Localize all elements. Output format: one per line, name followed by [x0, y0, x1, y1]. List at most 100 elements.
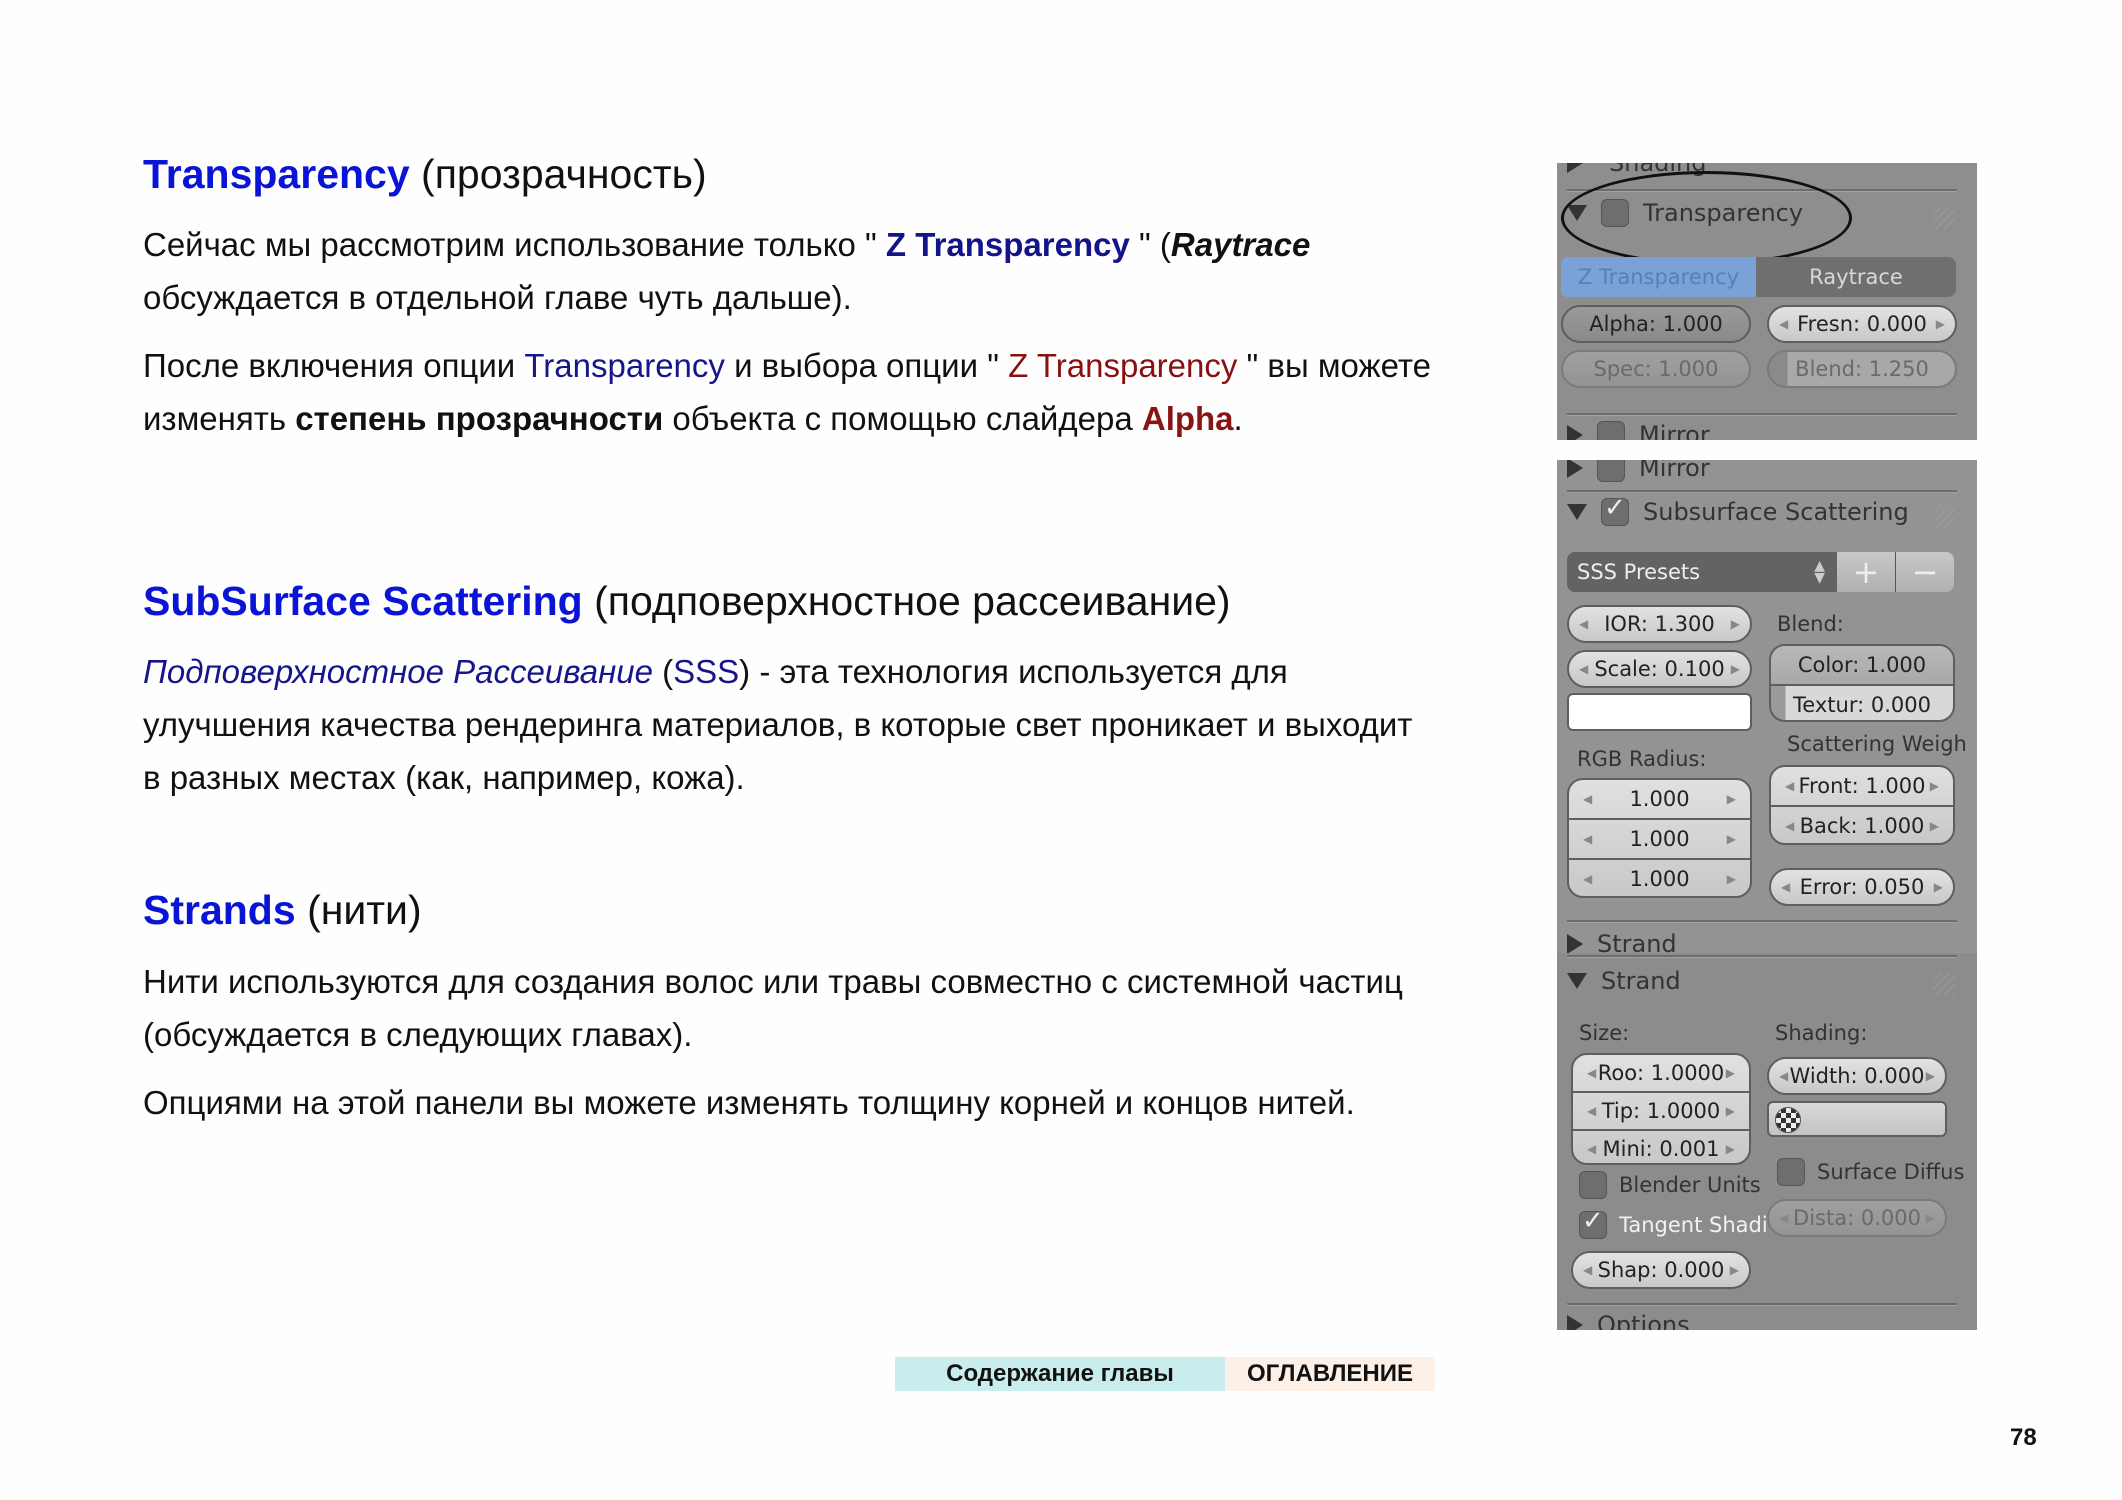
panel-header-options[interactable]: Options — [1567, 1311, 1690, 1330]
decrement-arrow-icon[interactable]: ◀ — [1587, 1142, 1596, 1156]
ior-field[interactable]: ◀ IOR: 1.300 ▶ — [1567, 605, 1752, 643]
panel-header-sss[interactable]: Subsurface Scattering — [1567, 493, 1909, 526]
field-value: Mini: 0.001 — [1602, 1137, 1720, 1161]
panel-header-strand[interactable]: Strand — [1567, 967, 1681, 995]
back-field[interactable]: ◀ Back: 1.000 ▶ — [1771, 807, 1953, 843]
increment-arrow-icon[interactable]: ▶ — [1936, 317, 1945, 331]
decrement-arrow-icon[interactable]: ◀ — [1583, 872, 1592, 886]
page-number: 78 — [2010, 1424, 2037, 1451]
increment-arrow-icon[interactable]: ▶ — [1930, 819, 1939, 833]
field-value: Back: 1.000 — [1799, 814, 1925, 838]
increment-arrow-icon[interactable]: ▶ — [1926, 1069, 1935, 1083]
tip-field[interactable]: ◀ Tip: 1.0000 ▶ — [1573, 1093, 1749, 1131]
chapter-contents-link[interactable]: Содержание главы — [895, 1357, 1225, 1391]
drag-grip-icon[interactable] — [1933, 973, 1955, 995]
paragraph-strands-1: Нити используются для создания волос или… — [143, 955, 1563, 1061]
front-field[interactable]: ◀ Front: 1.000 ▶ — [1771, 767, 1953, 807]
surface-diffuse-checkbox[interactable] — [1777, 1158, 1805, 1186]
increment-arrow-icon[interactable]: ▶ — [1731, 617, 1740, 631]
width-field[interactable]: ◀ Width: 0.000 ▶ — [1767, 1057, 1947, 1095]
uv-layer-field[interactable] — [1767, 1101, 1947, 1137]
decrement-arrow-icon[interactable]: ◀ — [1587, 1104, 1596, 1118]
term-alpha: Alpha — [1141, 400, 1234, 437]
sss-presets-dropdown[interactable]: SSS Presets ▲ ▼ — [1567, 552, 1837, 592]
increment-arrow-icon[interactable]: ▶ — [1934, 880, 1943, 894]
collapsed-arrow-icon — [1567, 425, 1583, 440]
increment-arrow-icon[interactable]: ▶ — [1726, 1142, 1735, 1156]
increment-arrow-icon[interactable]: ▶ — [1726, 1104, 1735, 1118]
panel-header-strand[interactable]: Strand — [1567, 930, 1677, 953]
alpha-slider[interactable]: Alpha: 1.000 — [1561, 305, 1751, 343]
mirror-checkbox[interactable] — [1597, 421, 1625, 440]
increment-arrow-icon[interactable]: ▶ — [1730, 1263, 1739, 1277]
tangent-shading-toggle[interactable]: Tangent Shadi — [1579, 1206, 1768, 1239]
mirror-checkbox[interactable] — [1597, 460, 1625, 482]
decrement-arrow-icon[interactable]: ◀ — [1779, 1211, 1788, 1225]
drag-grip-icon[interactable] — [1933, 506, 1955, 528]
increment-arrow-icon[interactable]: ▶ — [1727, 832, 1736, 846]
blender-units-checkbox[interactable] — [1579, 1171, 1607, 1199]
blend-slider[interactable]: Blend: 1.250 — [1767, 350, 1957, 388]
radius-r-field[interactable]: ◀ 1.000 ▶ — [1569, 780, 1750, 820]
field-value: Dista: 0.000 — [1793, 1206, 1921, 1230]
decrement-arrow-icon[interactable]: ◀ — [1785, 819, 1794, 833]
panel-header-mirror[interactable]: Mirror — [1567, 421, 1710, 440]
shape-field[interactable]: ◀ Shap: 0.000 ▶ — [1571, 1251, 1751, 1289]
scale-field[interactable]: ◀ Scale: 0.100 ▶ — [1567, 650, 1752, 688]
decrement-arrow-icon[interactable]: ◀ — [1579, 617, 1588, 631]
sss-color-swatch[interactable] — [1567, 693, 1752, 731]
distance-field[interactable]: ◀ Dista: 0.000 ▶ — [1767, 1199, 1947, 1237]
remove-preset-button[interactable]: − — [1896, 552, 1954, 592]
increment-arrow-icon[interactable]: ▶ — [1731, 662, 1740, 676]
blender-units-toggle[interactable]: Blender Units — [1579, 1171, 1761, 1199]
table-of-contents-link[interactable]: ОГЛАВЛЕНИЕ — [1225, 1357, 1435, 1391]
heading-sss: SubSurface Scattering (подповерхностное … — [143, 577, 1231, 625]
spec-field[interactable]: Spec: 1.000 — [1561, 350, 1751, 388]
sss-checkbox[interactable] — [1601, 493, 1629, 526]
decrement-arrow-icon[interactable]: ◀ — [1583, 832, 1592, 846]
rgb-radius-fields: ◀ 1.000 ▶ ◀ 1.000 ▶ ◀ 1.000 ▶ — [1567, 778, 1752, 898]
decrement-arrow-icon[interactable]: ◀ — [1785, 779, 1794, 793]
decrement-arrow-icon[interactable]: ◀ — [1587, 1066, 1596, 1080]
decrement-arrow-icon[interactable]: ◀ — [1779, 1069, 1788, 1083]
decrement-arrow-icon[interactable]: ◀ — [1779, 317, 1788, 331]
decrement-arrow-icon[interactable]: ◀ — [1579, 662, 1588, 676]
paragraph-strands-2: Опциями на этой панели вы можете изменят… — [143, 1076, 1563, 1129]
fresnel-field[interactable]: ◀ Fresn: 0.000 ▶ — [1767, 305, 1957, 343]
mode-z-transparency[interactable]: Z Transparency — [1561, 257, 1756, 297]
increment-arrow-icon[interactable]: ▶ — [1727, 792, 1736, 806]
minimum-field[interactable]: ◀ Mini: 0.001 ▶ — [1573, 1131, 1749, 1163]
heading-subtitle: (нити) — [307, 887, 422, 933]
surface-diffuse-toggle[interactable]: Surface Diffus — [1777, 1158, 1964, 1186]
text: После включения опции — [143, 347, 525, 384]
field-value: Spec: 1.000 — [1593, 357, 1719, 381]
tangent-shading-checkbox[interactable] — [1579, 1206, 1607, 1239]
panel-header-mirror[interactable]: Mirror — [1567, 460, 1710, 482]
field-value: Roo: 1.0000 — [1597, 1061, 1725, 1085]
checkbox-label: Tangent Shadi — [1619, 1213, 1768, 1237]
error-field[interactable]: ◀ Error: 0.050 ▶ — [1769, 868, 1955, 906]
radius-b-field[interactable]: ◀ 1.000 ▶ — [1569, 860, 1750, 896]
radius-g-field[interactable]: ◀ 1.000 ▶ — [1569, 820, 1750, 860]
collapsed-arrow-icon — [1567, 1315, 1583, 1330]
decrement-arrow-icon[interactable]: ◀ — [1781, 880, 1790, 894]
text: " вы можете — [1237, 347, 1431, 384]
increment-arrow-icon[interactable]: ▶ — [1727, 872, 1736, 886]
increment-arrow-icon[interactable]: ▶ — [1726, 1066, 1735, 1080]
minus-icon: − — [1911, 553, 1939, 591]
expanded-arrow-icon — [1567, 504, 1587, 520]
drag-grip-icon[interactable] — [1933, 207, 1955, 229]
size-label: Size: — [1579, 1021, 1630, 1045]
field-value: IOR: 1.300 — [1604, 612, 1715, 636]
color-blend-slider[interactable]: Color: 1.000 — [1771, 646, 1953, 686]
decrement-arrow-icon[interactable]: ◀ — [1583, 792, 1592, 806]
texture-blend-slider[interactable]: Textur: 0.000 — [1771, 686, 1953, 720]
increment-arrow-icon[interactable]: ▶ — [1930, 779, 1939, 793]
increment-arrow-icon[interactable]: ▶ — [1926, 1211, 1935, 1225]
decrement-arrow-icon[interactable]: ◀ — [1583, 1263, 1592, 1277]
up-down-arrows-icon: ▲ ▼ — [1814, 558, 1825, 586]
transparency-panel-screenshot: Shading Transparency Z Transparency Rayt… — [1557, 163, 1977, 440]
root-field[interactable]: ◀ Roo: 1.0000 ▶ — [1573, 1055, 1749, 1093]
mode-raytrace[interactable]: Raytrace — [1756, 257, 1956, 297]
add-preset-button[interactable]: + — [1837, 552, 1896, 592]
